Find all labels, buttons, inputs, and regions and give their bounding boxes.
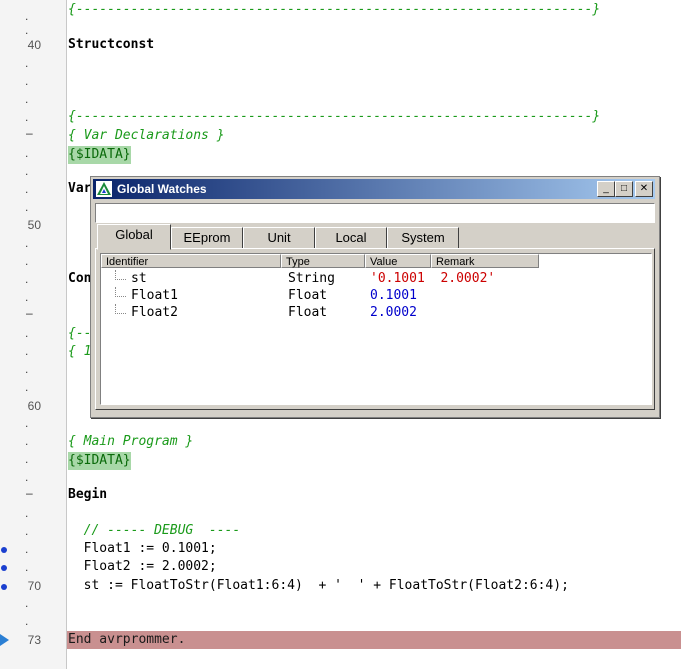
code-line-debug-comment[interactable]: // ----- DEBUG ----	[68, 522, 241, 540]
global-watches-window[interactable]: Global Watches _ □ ✕ Global EEprom Unit …	[90, 176, 660, 418]
watch-type: Float	[288, 305, 328, 320]
code-line-structconst[interactable]: Structconst	[68, 36, 154, 54]
gutter-mark: .	[25, 74, 29, 88]
watch-expression-input[interactable]	[95, 203, 655, 223]
watch-row-float2[interactable]: Float2 Float 2.0002	[101, 304, 651, 321]
gutter-mark: .	[25, 254, 29, 268]
maximize-button[interactable]: □	[615, 181, 633, 197]
gutter-mark: .	[25, 200, 29, 214]
tab-local[interactable]: Local	[315, 227, 387, 249]
column-header-remark[interactable]: Remark	[431, 254, 539, 268]
gutter-mark: .	[25, 596, 29, 610]
window-title: Global Watches	[117, 182, 207, 196]
watch-value-numeric: 2.0002	[370, 305, 417, 320]
tree-connector	[115, 270, 126, 280]
gutter-mark: .	[25, 92, 29, 106]
watch-list[interactable]: Identifier Type Value Remark st String '…	[100, 253, 652, 405]
gutter-current-line[interactable]: 73	[0, 632, 66, 650]
watch-identifier: Float2	[131, 305, 178, 320]
watch-row-float1[interactable]: Float1 Float 0.1001	[101, 287, 651, 304]
code-line-idata-directive[interactable]: {$IDATA}	[68, 146, 131, 164]
gutter-line-number: 60	[27, 399, 41, 413]
watch-identifier: st	[131, 271, 147, 286]
gutter-breakpoint-line[interactable]: .	[0, 559, 66, 577]
gutter-mark: .	[25, 290, 29, 304]
gutter-mark: .	[25, 362, 29, 376]
gutter-mark: .	[25, 164, 29, 178]
code-line-st-assign[interactable]: st := FloatToStr(Float1:6:4) + ' ' + Flo…	[68, 577, 569, 595]
column-header-type[interactable]: Type	[281, 254, 365, 268]
gutter-mark: .	[25, 506, 29, 520]
close-button[interactable]: ✕	[635, 181, 653, 197]
gutter-mark: .	[25, 146, 29, 160]
gutter-mark: .	[25, 434, 29, 448]
gutter-mark: .	[25, 470, 29, 484]
code-line-end-highlighted[interactable]: End avrprommer.	[67, 631, 681, 649]
code-line-comment-rule[interactable]: {---------------------------------------…	[68, 108, 600, 126]
app-icon	[96, 181, 112, 197]
code-line-main-program-comment[interactable]: { Main Program }	[68, 433, 193, 451]
gutter-mark: .	[25, 110, 29, 124]
window-title-bar[interactable]: Global Watches _ □ ✕	[93, 179, 655, 199]
code-line-float1-assign[interactable]: Float1 := 0.1001;	[68, 540, 217, 558]
tab-unit[interactable]: Unit	[243, 227, 315, 249]
code-line-const-keyword[interactable]: Con	[68, 270, 91, 288]
end-line-text: End avrprommer.	[68, 632, 186, 647]
code-line-var-declarations-comment[interactable]: { Var Declarations }	[68, 127, 225, 145]
gutter-breakpoint-line[interactable]: 70	[0, 578, 66, 596]
gutter-mark: .	[25, 272, 29, 286]
breakpoint-dot-icon[interactable]	[1, 547, 7, 553]
tree-connector	[115, 287, 126, 297]
watch-type: Float	[288, 288, 328, 303]
gutter-line-number: 40	[27, 38, 41, 52]
tab-eeprom[interactable]: EEprom	[171, 227, 243, 249]
code-line-float2-assign[interactable]: Float2 := 2.0002;	[68, 558, 217, 576]
minimize-button[interactable]: _	[597, 181, 615, 197]
gutter-fold-mark[interactable]: –	[0, 486, 66, 504]
gutter-mark: .	[25, 452, 29, 466]
gutter-mark: .	[25, 326, 29, 340]
tab-system[interactable]: System	[387, 227, 459, 249]
code-line-begin[interactable]: Begin	[68, 486, 107, 504]
gutter-mark: .	[25, 416, 29, 430]
watch-row-st[interactable]: st String '0.1001 2.0002'	[101, 270, 651, 287]
gutter-mark: .	[25, 344, 29, 358]
gutter-mark: .	[25, 182, 29, 196]
breakpoint-dot-icon[interactable]	[1, 584, 7, 590]
gutter-fold-mark[interactable]: –	[0, 126, 66, 144]
gutter-mark: .	[25, 380, 29, 394]
gutter-mark: .	[25, 56, 29, 70]
watch-value-string: '0.1001 2.0002'	[370, 271, 496, 286]
watch-tab-panel: Identifier Type Value Remark st String '…	[95, 248, 655, 410]
watch-type: String	[288, 271, 335, 286]
watch-value-numeric: 0.1001	[370, 288, 417, 303]
tree-connector	[115, 304, 126, 314]
code-line-var-keyword[interactable]: Var	[68, 180, 91, 198]
gutter-mark: .	[25, 236, 29, 250]
code-line-comment-rule[interactable]: {---------------------------------------…	[68, 1, 600, 19]
tab-global[interactable]: Global	[97, 224, 171, 250]
gutter-fold-mark[interactable]: –	[0, 306, 66, 324]
gutter-breakpoint-line[interactable]: .	[0, 541, 66, 559]
code-line-idata-directive[interactable]: {$IDATA}	[68, 452, 131, 470]
gutter-mark: .	[25, 614, 29, 628]
gutter-line-number: 50	[27, 218, 41, 232]
code-line-comment-fragment[interactable]: { 1	[68, 343, 91, 361]
breakpoint-dot-icon[interactable]	[1, 565, 7, 571]
column-header-value[interactable]: Value	[365, 254, 431, 268]
gutter-mark: .	[25, 524, 29, 538]
code-line-comment-fragment[interactable]: {--	[68, 325, 91, 343]
watch-identifier: Float1	[131, 288, 178, 303]
column-header-identifier[interactable]: Identifier	[101, 254, 281, 268]
execution-pointer-icon	[0, 634, 9, 646]
